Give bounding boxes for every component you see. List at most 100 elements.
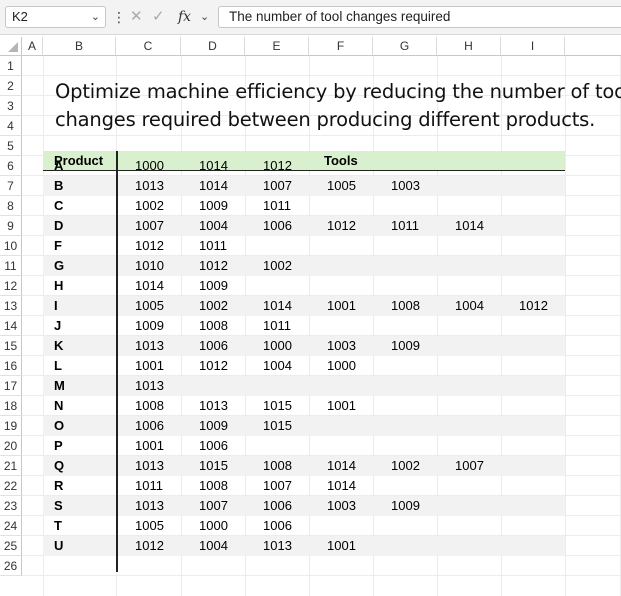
column-header-d[interactable]: D (181, 37, 245, 56)
tool-cell[interactable]: 1012 (135, 236, 164, 256)
column-header-h[interactable]: H (437, 37, 501, 56)
row-header-7[interactable]: 7 (0, 176, 22, 196)
row-header-19[interactable]: 19 (0, 416, 22, 436)
row-header-18[interactable]: 18 (0, 396, 22, 416)
tool-cell[interactable]: 1005 (135, 516, 164, 536)
tool-cell[interactable]: 1012 (327, 216, 356, 236)
product-cell[interactable]: B (54, 176, 63, 196)
tool-cell[interactable]: 1011 (135, 476, 163, 496)
product-cell[interactable]: N (54, 396, 63, 416)
product-cell[interactable]: I (54, 296, 58, 316)
row-header-13[interactable]: 13 (0, 296, 22, 316)
product-cell[interactable]: D (54, 216, 63, 236)
product-cell[interactable]: L (54, 356, 62, 376)
product-cell[interactable]: P (54, 436, 63, 456)
tool-cell[interactable]: 1014 (199, 176, 228, 196)
tool-cell[interactable]: 1013 (135, 456, 164, 476)
product-cell[interactable]: U (54, 536, 63, 556)
product-cell[interactable]: H (54, 276, 63, 296)
tool-cell[interactable]: 1008 (199, 476, 228, 496)
tool-cell[interactable]: 1010 (135, 256, 164, 276)
row-header-25[interactable]: 25 (0, 536, 22, 556)
product-cell[interactable]: O (54, 416, 64, 436)
row-header-23[interactable]: 23 (0, 496, 22, 516)
row-header-24[interactable]: 24 (0, 516, 22, 536)
tool-cell[interactable]: 1011 (263, 316, 291, 336)
tool-cell[interactable]: 1005 (327, 176, 356, 196)
tool-cell[interactable]: 1009 (199, 276, 228, 296)
tool-cell[interactable]: 1006 (263, 216, 292, 236)
product-cell[interactable]: A (54, 156, 63, 176)
tool-cell[interactable]: 1000 (263, 336, 292, 356)
tool-cell[interactable]: 1013 (135, 176, 164, 196)
tool-cell[interactable]: 1003 (327, 496, 356, 516)
column-header-b[interactable]: B (43, 37, 116, 56)
tool-cell[interactable]: 1008 (199, 316, 228, 336)
column-header-a[interactable]: A (22, 37, 43, 56)
tool-cell[interactable]: 1004 (199, 216, 228, 236)
confirm-icon[interactable]: ✓ (152, 6, 165, 28)
tool-cell[interactable]: 1014 (455, 216, 484, 236)
tool-cell[interactable]: 1015 (263, 396, 292, 416)
tool-cell[interactable]: 1000 (199, 516, 228, 536)
row-header-1[interactable]: 1 (0, 56, 22, 76)
row-header-14[interactable]: 14 (0, 316, 22, 336)
column-header-i[interactable]: I (501, 37, 565, 56)
tool-cell[interactable]: 1009 (135, 316, 164, 336)
spreadsheet-grid[interactable]: A B C D E F G H I 1 2 3 4 5 6 7 8 9 10 11 12 13 14 15 16 17 18 19 20… (0, 37, 621, 596)
tool-cell[interactable]: 1014 (327, 476, 356, 496)
tool-cell[interactable]: 1015 (263, 416, 292, 436)
cancel-icon[interactable]: ✕ (130, 6, 143, 28)
function-icon[interactable]: fx (178, 6, 191, 28)
tool-cell[interactable]: 1009 (199, 196, 228, 216)
row-header-5[interactable]: 5 (0, 136, 22, 156)
product-cell[interactable]: K (54, 336, 63, 356)
chevron-down-icon[interactable]: ⌄ (91, 7, 100, 27)
product-cell[interactable]: Q (54, 456, 64, 476)
tool-cell[interactable]: 1002 (135, 196, 164, 216)
column-header-g[interactable]: G (373, 37, 437, 56)
tool-cell[interactable]: 1014 (263, 296, 292, 316)
tool-cell[interactable]: 1006 (135, 416, 164, 436)
tool-cell[interactable]: 1006 (199, 436, 228, 456)
row-header-8[interactable]: 8 (0, 196, 22, 216)
tool-cell[interactable]: 1014 (135, 276, 164, 296)
column-header-blank[interactable] (565, 37, 621, 56)
row-header-17[interactable]: 17 (0, 376, 22, 396)
column-header-e[interactable]: E (245, 37, 309, 56)
row-header-3[interactable]: 3 (0, 96, 22, 116)
formula-input[interactable]: The number of tool changes required (218, 6, 621, 28)
tool-cell[interactable]: 1011 (199, 236, 227, 256)
row-header-20[interactable]: 20 (0, 436, 22, 456)
tool-cell[interactable]: 1013 (199, 396, 228, 416)
more-vertical-icon[interactable]: ⋮ (112, 9, 126, 26)
tool-cell[interactable]: 1011 (263, 196, 291, 216)
product-cell[interactable]: G (54, 256, 64, 276)
tool-cell[interactable]: 1003 (391, 176, 420, 196)
tool-cell[interactable]: 1007 (135, 216, 164, 236)
tool-cell[interactable]: 1014 (199, 156, 228, 176)
name-box[interactable]: K2 ⌄ (5, 6, 106, 28)
row-header-16[interactable]: 16 (0, 356, 22, 376)
tool-cell[interactable]: 1001 (135, 436, 164, 456)
row-header-11[interactable]: 11 (0, 256, 22, 276)
tool-cell[interactable]: 1014 (327, 456, 356, 476)
row-header-22[interactable]: 22 (0, 476, 22, 496)
tool-cell[interactable]: 1009 (199, 416, 228, 436)
tool-cell[interactable]: 1013 (135, 336, 164, 356)
row-header-6[interactable]: 6 (0, 156, 22, 176)
tool-cell[interactable]: 1013 (263, 536, 292, 556)
tool-cell[interactable]: 1003 (327, 336, 356, 356)
tool-cell[interactable]: 1002 (199, 296, 228, 316)
row-header-21[interactable]: 21 (0, 456, 22, 476)
tool-cell[interactable]: 1001 (327, 296, 356, 316)
tool-cell[interactable]: 1007 (199, 496, 228, 516)
tool-cell[interactable]: 1007 (263, 176, 292, 196)
tool-cell[interactable]: 1007 (263, 476, 292, 496)
row-header-4[interactable]: 4 (0, 116, 22, 136)
row-header-10[interactable]: 10 (0, 236, 22, 256)
chevron-down-icon[interactable]: ⌄ (200, 6, 209, 28)
tool-cell[interactable]: 1006 (263, 516, 292, 536)
tool-cell[interactable]: 1013 (135, 376, 164, 396)
tool-cell[interactable]: 1012 (519, 296, 548, 316)
